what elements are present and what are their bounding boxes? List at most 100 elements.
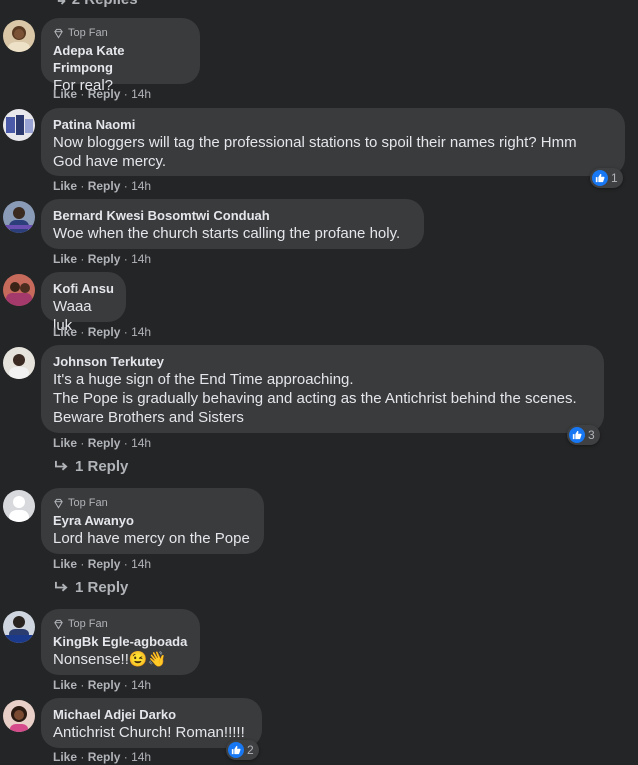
like-button[interactable]: Like [53, 87, 77, 101]
comment-bubble: Top Fan Eyra Awanyo Lord have mercy on t… [41, 488, 264, 554]
like-button[interactable]: Like [53, 678, 77, 692]
separator: · [123, 678, 128, 692]
diamond-icon [54, 498, 63, 509]
like-reaction-icon [569, 427, 585, 443]
like-reaction-icon [592, 170, 608, 186]
separator: · [123, 436, 128, 450]
separator: · [80, 557, 85, 571]
separator: · [80, 436, 85, 450]
timestamp[interactable]: 14h [131, 325, 151, 339]
reaction-count[interactable]: 3 [567, 425, 600, 445]
separator: · [80, 678, 85, 692]
replies-count: 1 Reply [75, 458, 129, 475]
replies-count: 1 Reply [75, 579, 129, 596]
avatar[interactable] [3, 490, 35, 522]
comment-author[interactable]: Michael Adjei Darko [53, 706, 250, 723]
reaction-number: 1 [611, 171, 618, 185]
timestamp[interactable]: 14h [131, 179, 151, 193]
comment-actions: Like · Reply · 14h [53, 86, 151, 102]
separator: · [123, 750, 128, 764]
separator: · [80, 750, 85, 764]
comment-actions: Like · Reply · 14h [53, 677, 151, 693]
badge-label: Top Fan [68, 27, 108, 39]
separator: · [123, 87, 128, 101]
reply-button[interactable]: Reply [88, 557, 121, 571]
avatar[interactable] [3, 700, 35, 732]
comment-author[interactable]: Adepa Kate Frimpong [53, 42, 188, 76]
comment-bubble: Bernard Kwesi Bosomtwi Conduah Woe when … [41, 199, 424, 249]
reply-button[interactable]: Reply [88, 87, 121, 101]
comment-author[interactable]: Patina Naomi [53, 116, 613, 133]
comment-bubble: Kofi Ansu Waaa luk [41, 272, 126, 334]
comment-text: Antichrist Church! Roman!!!!! [53, 724, 245, 741]
timestamp[interactable]: 14h [131, 557, 151, 571]
separator: · [123, 252, 128, 266]
timestamp[interactable]: 14h [131, 678, 151, 692]
reply-button[interactable]: Reply [88, 325, 121, 339]
reply-button[interactable]: Reply [88, 750, 121, 764]
like-button[interactable]: Like [53, 557, 77, 571]
comment-bubble: Michael Adjei Darko Antichrist Church! R… [41, 698, 262, 748]
avatar[interactable] [3, 201, 35, 233]
comment-actions: Like · Reply · 14h [53, 324, 151, 340]
comment-author[interactable]: Johnson Terkutey [53, 353, 592, 370]
reaction-number: 3 [588, 428, 595, 442]
avatar[interactable] [3, 611, 35, 643]
comment-bubble: Top Fan KingBk Egle-agboada Nonsense!!😉👋 [41, 609, 200, 675]
comment-author[interactable]: KingBk Egle-agboada [53, 633, 188, 650]
diamond-icon [54, 28, 63, 39]
badge-label: Top Fan [68, 497, 108, 509]
like-button[interactable]: Like [53, 179, 77, 193]
comment-actions: Like · Reply · 14h [53, 556, 151, 572]
comment-text: Lord have mercy on the Pope [53, 530, 250, 547]
like-button[interactable]: Like [53, 252, 77, 266]
comment-text: It's a huge sign of the End Time approac… [53, 371, 577, 426]
timestamp[interactable]: 14h [131, 252, 151, 266]
timestamp[interactable]: 14h [131, 87, 151, 101]
comment-bubble: Patina Naomi Now bloggers will tag the p… [41, 108, 625, 176]
top-fan-badge: Top Fan [53, 26, 188, 40]
comment-actions: Like · Reply · 14h [53, 178, 151, 194]
reply-button[interactable]: Reply [88, 252, 121, 266]
top-fan-badge: Top Fan [53, 496, 252, 510]
reaction-count[interactable]: 1 [590, 168, 623, 188]
comment-bubble: Johnson Terkutey It's a huge sign of the… [41, 345, 604, 433]
avatar[interactable] [3, 347, 35, 379]
comment-actions: Like · Reply · 14h [53, 251, 151, 267]
like-button[interactable]: Like [53, 750, 77, 764]
separator: · [123, 557, 128, 571]
like-reaction-icon [228, 742, 244, 758]
avatar[interactable] [3, 274, 35, 306]
top-fan-badge: Top Fan [53, 617, 188, 631]
separator: · [80, 325, 85, 339]
like-button[interactable]: Like [53, 436, 77, 450]
comment-text: Nonsense!!😉👋 [53, 651, 167, 668]
avatar[interactable] [3, 20, 35, 52]
separator: · [80, 87, 85, 101]
view-replies-link[interactable]: 1 Reply [54, 579, 128, 596]
view-replies-link[interactable]: 1 Reply [54, 458, 128, 475]
comment-author[interactable]: Kofi Ansu [53, 280, 114, 297]
comment-bubble: Top Fan Adepa Kate Frimpong For real? [41, 18, 200, 94]
timestamp[interactable]: 14h [131, 750, 151, 764]
reply-button[interactable]: Reply [88, 436, 121, 450]
badge-label: Top Fan [68, 618, 108, 630]
reply-arrow-icon [55, 460, 68, 471]
comment-text: Woe when the church starts calling the p… [53, 225, 401, 242]
separator: · [80, 179, 85, 193]
comment-author[interactable]: Bernard Kwesi Bosomtwi Conduah [53, 207, 412, 224]
timestamp[interactable]: 14h [131, 436, 151, 450]
avatar[interactable] [3, 109, 35, 141]
comment-author[interactable]: Eyra Awanyo [53, 512, 252, 529]
reply-button[interactable]: Reply [88, 678, 121, 692]
separator: · [123, 179, 128, 193]
reply-button[interactable]: Reply [88, 179, 121, 193]
comment-actions: Like · Reply · 14h [53, 749, 151, 765]
reply-arrow-icon [55, 581, 68, 592]
comment-text: Now bloggers will tag the professional s… [53, 134, 577, 170]
reaction-count[interactable]: 2 [226, 740, 259, 760]
like-button[interactable]: Like [53, 325, 77, 339]
separator: · [80, 252, 85, 266]
separator: · [123, 325, 128, 339]
top-replies-link[interactable]: ↳ 2 Replies [55, 0, 138, 8]
